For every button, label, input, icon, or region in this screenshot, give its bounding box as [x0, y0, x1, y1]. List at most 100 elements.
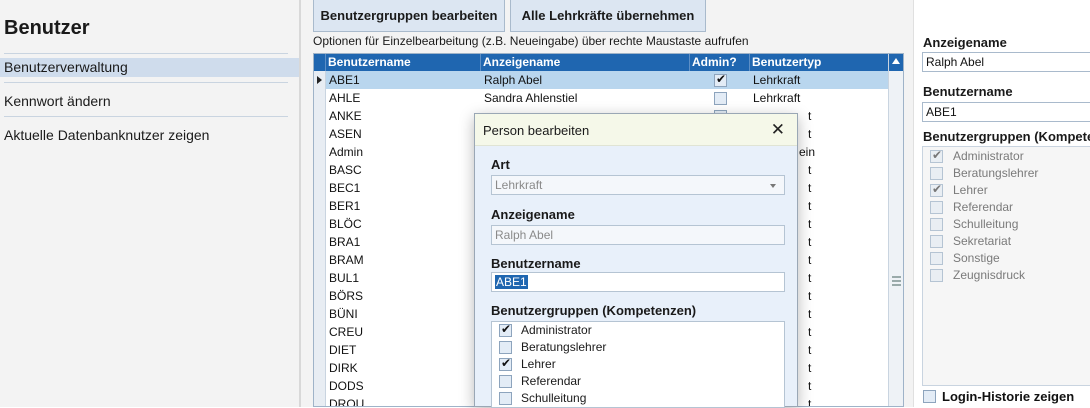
cell-username: BLÖC — [329, 217, 362, 231]
person-edit-dialog: Person bearbeiten ✕ Art Lehrkraft Anzeig… — [474, 113, 798, 408]
vertical-scrollbar[interactable] — [888, 54, 903, 406]
detail-group-checkbox[interactable] — [930, 218, 943, 231]
detail-group-checkbox[interactable] — [930, 252, 943, 265]
admin-checkbox[interactable] — [714, 72, 727, 87]
cell-username: BER1 — [329, 199, 361, 213]
row-header[interactable] — [314, 143, 326, 161]
table-row[interactable]: ABE1 Ralph Abel Lehrkraft — [314, 71, 889, 89]
row-header[interactable] — [314, 179, 326, 197]
chevron-up-icon — [892, 58, 900, 64]
row-header[interactable] — [314, 197, 326, 215]
row-header[interactable] — [314, 395, 326, 406]
detail-group-item[interactable]: Administrator — [930, 148, 1090, 165]
detail-group-item[interactable]: Sekretariat — [930, 233, 1090, 250]
cell-username: CREU — [329, 325, 364, 339]
dialog-group-checkbox[interactable] — [499, 341, 512, 354]
detail-group-item[interactable]: Zeugnisdruck — [930, 267, 1090, 284]
detail-group-label: Lehrer — [953, 183, 988, 197]
cell-user-type: t — [808, 271, 812, 285]
row-header[interactable] — [314, 305, 326, 323]
row-header[interactable] — [314, 71, 326, 89]
column-header-benutzername[interactable]: Benutzername — [326, 54, 481, 71]
sidebar-item-kennwort-aendern[interactable]: Kennwort ändern — [0, 92, 299, 111]
dialog-group-item[interactable]: Schulleitung — [499, 390, 769, 407]
sidebar-item-datenbanknutzer[interactable]: Aktuelle Datenbanknutzer zeigen — [0, 126, 299, 145]
sidebar: Benutzer Benutzerverwaltung Kennwort änd… — [0, 0, 299, 407]
dialog-display-name-field[interactable]: Ralph Abel — [491, 225, 785, 245]
row-header[interactable] — [314, 323, 326, 341]
detail-group-item[interactable]: Sonstige — [930, 250, 1090, 267]
cell-username: BEC1 — [329, 181, 361, 195]
row-header[interactable] — [314, 269, 326, 287]
cell-username: BRA1 — [329, 235, 361, 249]
row-header[interactable] — [314, 89, 326, 107]
detail-group-item[interactable]: Referendar — [930, 199, 1090, 216]
cell-user-type: Lehrkraft — [753, 91, 801, 105]
import-teachers-button[interactable]: Alle Lehrkräfte übernehmen — [510, 0, 706, 32]
scroll-up-button[interactable] — [889, 54, 903, 71]
dialog-group-checkbox[interactable] — [499, 375, 512, 388]
column-header-admin[interactable]: Admin? — [690, 54, 750, 71]
cell-username: BASC — [329, 163, 362, 177]
detail-username-label: Benutzername — [923, 84, 1013, 99]
detail-group-label: Zeugnisdruck — [953, 268, 1026, 282]
detail-display-name-field[interactable]: Ralph Abel — [922, 52, 1090, 72]
cell-username: ANKE — [329, 109, 362, 123]
cell-user-type: t — [808, 325, 812, 339]
row-header[interactable] — [314, 341, 326, 359]
dialog-titlebar: Person bearbeiten ✕ — [475, 114, 797, 146]
cell-user-type: t — [808, 127, 812, 141]
dialog-group-item[interactable]: Lehrer — [499, 356, 769, 373]
sidebar-item-benutzerverwaltung[interactable]: Benutzerverwaltung — [0, 58, 299, 77]
dialog-art-select[interactable]: Lehrkraft — [491, 175, 785, 195]
dialog-group-label: Schulleitung — [521, 391, 587, 405]
cell-user-type: t — [808, 163, 812, 177]
cell-user-type: t — [808, 289, 812, 303]
login-history-checkbox[interactable] — [923, 390, 936, 403]
cell-username: Admin — [329, 145, 364, 159]
detail-group-item[interactable]: Beratungslehrer — [930, 165, 1090, 182]
detail-group-label: Administrator — [953, 149, 1024, 163]
detail-group-checkbox[interactable] — [930, 201, 943, 214]
cell-user-type: t — [808, 307, 812, 321]
dialog-username-field[interactable]: ABE1 — [491, 272, 785, 292]
cell-user-type: t — [808, 235, 812, 249]
dialog-group-item[interactable]: Administrator — [499, 322, 769, 339]
row-header[interactable] — [314, 161, 326, 179]
row-header[interactable] — [314, 251, 326, 269]
detail-group-item[interactable]: Lehrer — [930, 182, 1090, 199]
detail-username-field[interactable]: ABE1 — [922, 102, 1090, 122]
table-row[interactable]: AHLE Sandra Ahlenstiel Lehrkraft — [314, 89, 889, 107]
scroll-grip-icon[interactable] — [892, 276, 901, 286]
row-header[interactable] — [314, 359, 326, 377]
detail-group-checkbox[interactable] — [930, 235, 943, 248]
chevron-down-icon — [770, 184, 776, 188]
detail-groups-label: Benutzergruppen (Kompetenzen) — [923, 129, 1090, 144]
cell-username: BUL1 — [329, 271, 360, 285]
column-header-anzeigename[interactable]: Anzeigename — [481, 54, 690, 71]
dialog-art-value: Lehrkraft — [495, 178, 543, 192]
dialog-group-checkbox[interactable] — [499, 356, 512, 371]
detail-group-checkbox[interactable] — [930, 269, 943, 282]
cell-username: DROU — [329, 397, 365, 407]
row-header[interactable] — [314, 125, 326, 143]
row-header[interactable] — [314, 377, 326, 395]
dialog-group-item[interactable]: Referendar — [499, 373, 769, 390]
dialog-group-item[interactable]: Beratungslehrer — [499, 339, 769, 356]
dialog-group-checkbox[interactable] — [499, 322, 512, 337]
edit-groups-button[interactable]: Benutzergruppen bearbeiten — [313, 0, 505, 32]
row-header[interactable] — [314, 287, 326, 305]
detail-group-checkbox[interactable] — [930, 148, 943, 163]
admin-checkbox[interactable] — [714, 92, 727, 105]
detail-group-label: Sonstige — [953, 251, 1000, 265]
close-icon[interactable]: ✕ — [771, 120, 785, 140]
detail-group-checkbox[interactable] — [930, 167, 943, 180]
sidebar-separator — [4, 116, 288, 117]
detail-group-checkbox[interactable] — [930, 182, 943, 197]
detail-group-item[interactable]: Schulleitung — [930, 216, 1090, 233]
dialog-group-checkbox[interactable] — [499, 392, 512, 405]
row-header[interactable] — [314, 107, 326, 125]
row-header[interactable] — [314, 215, 326, 233]
column-header-benutzertyp[interactable]: Benutzertyp — [750, 54, 889, 71]
row-header[interactable] — [314, 233, 326, 251]
